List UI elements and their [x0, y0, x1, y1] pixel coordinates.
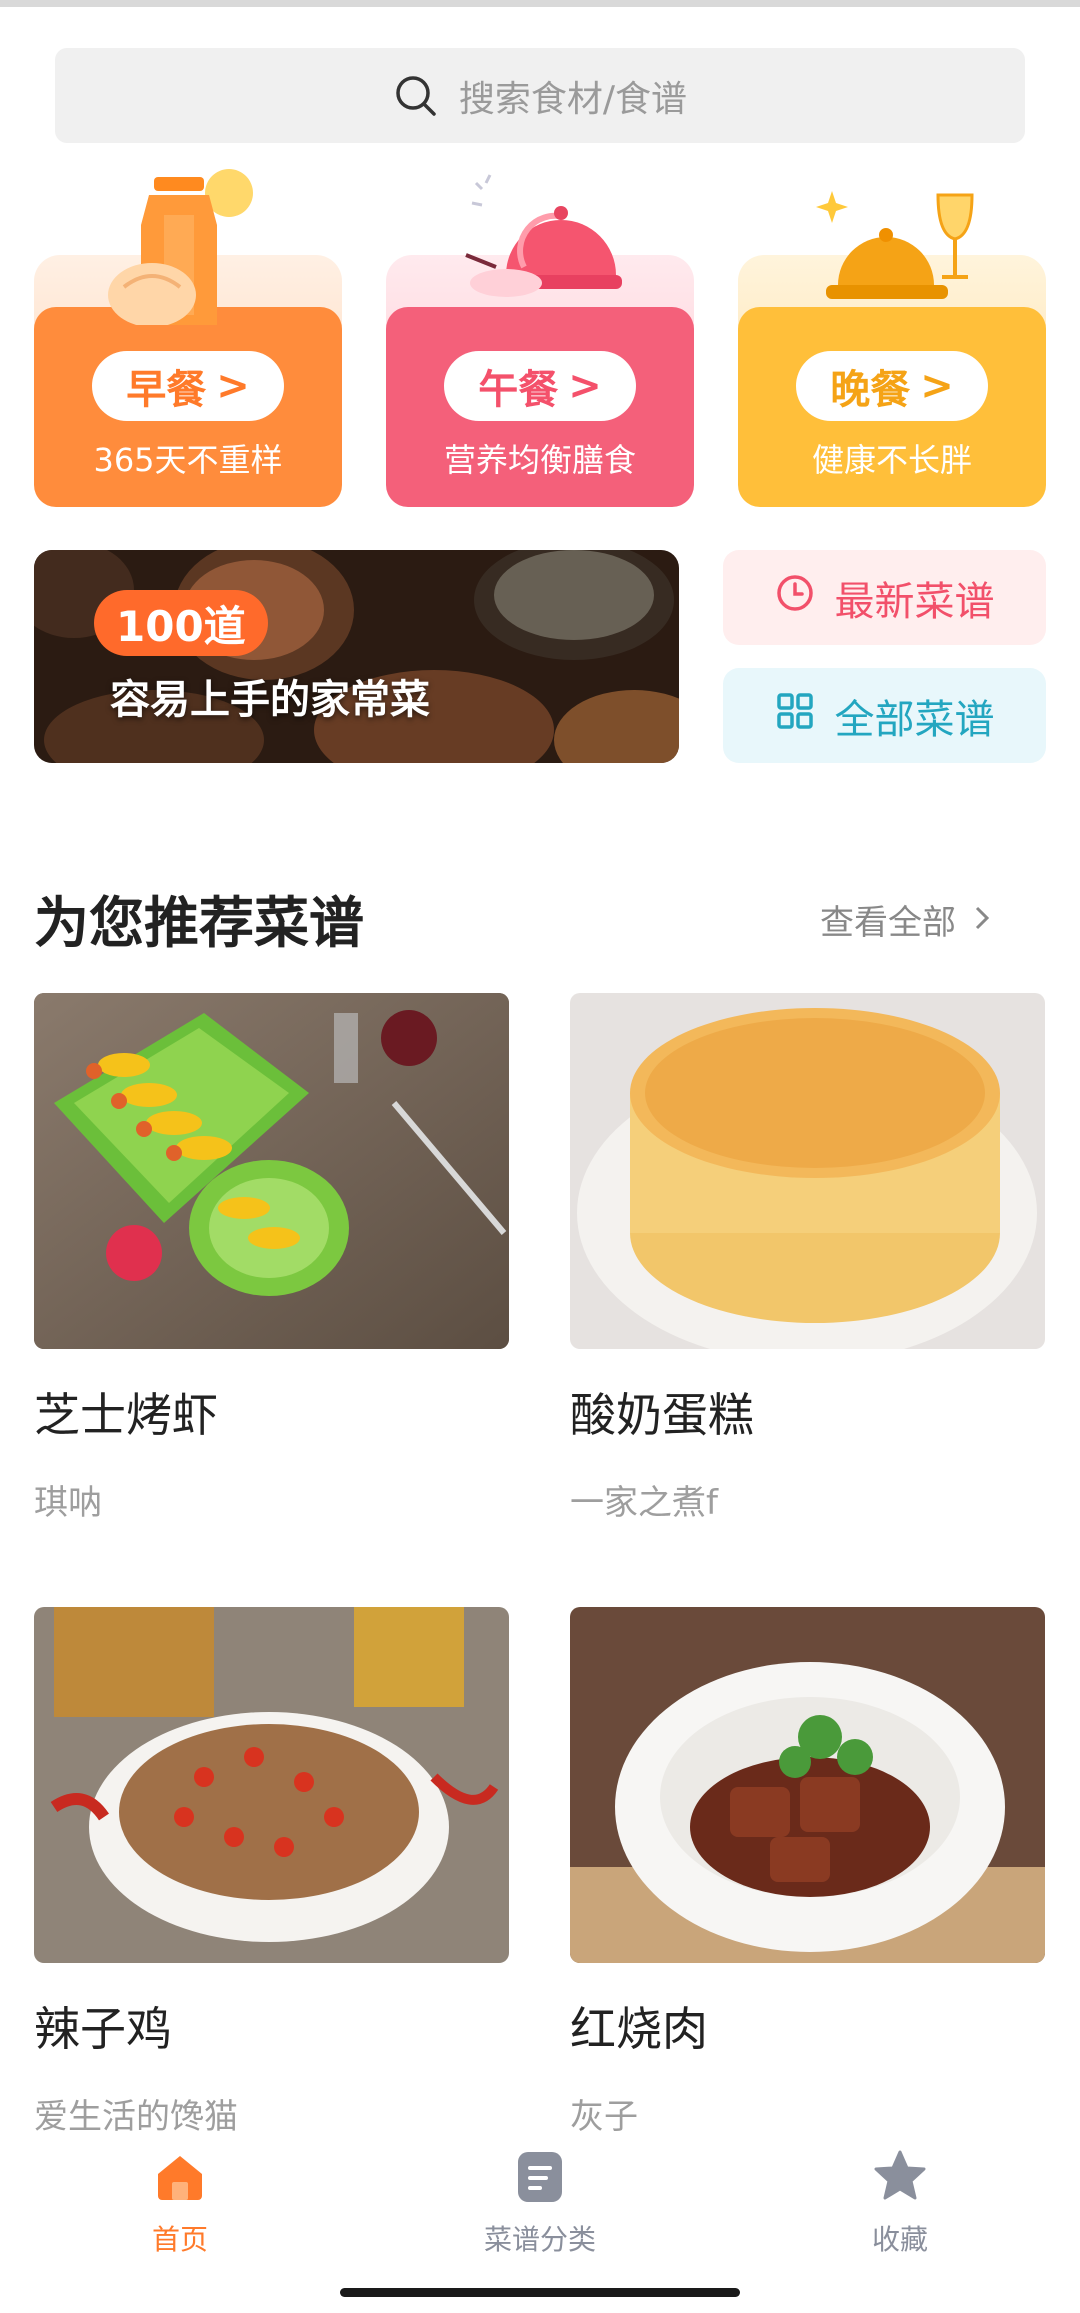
search-icon [393, 73, 439, 119]
home-indicator[interactable] [340, 2288, 740, 2297]
home-cooking-banner[interactable]: 100道 容易上手的家常菜 [34, 550, 679, 763]
recipe-author: 爱生活的馋猫 [34, 2097, 238, 2137]
chevron-right-icon: > [216, 363, 250, 409]
meal-card-breakfast[interactable]: 早餐 > 365天不重样 [34, 155, 342, 507]
lunch-subtitle: 营养均衡膳食 [443, 441, 636, 479]
recipe-card[interactable]: 芝士烤虾 琪呐 [34, 993, 509, 1524]
recipe-author: 一家之煮f [570, 1483, 718, 1523]
meal-card-lunch[interactable]: 午餐 > 营养均衡膳食 [386, 155, 694, 507]
breakfast-icon [108, 169, 253, 325]
banner-badge: 100道 [94, 590, 268, 656]
recipe-photo [34, 1607, 509, 1963]
home-icon [152, 2148, 208, 2204]
recipe-photo [34, 993, 509, 1349]
recipe-card[interactable]: 红烧肉 灰子 [570, 1607, 1045, 2138]
all-recipes-button[interactable]: 全部菜谱 [723, 668, 1046, 763]
chevron-right-icon [974, 900, 990, 940]
meal-card-dinner[interactable]: 晚餐 > 健康不长胖 [738, 155, 1046, 507]
chevron-right-icon: > [920, 363, 954, 409]
clock-icon [775, 573, 815, 623]
see-all-link[interactable]: 查看全部 [820, 895, 990, 944]
recipe-card[interactable]: 酸奶蛋糕 一家之煮f [570, 993, 1045, 1524]
recipe-name: 芝士烤虾 [34, 1388, 218, 1442]
status-strip [0, 0, 1080, 7]
tab-recipe-categories-label: 菜谱分类 [483, 2223, 596, 2256]
recipe-author: 琪呐 [34, 1483, 102, 1523]
newest-recipes-button[interactable]: 最新菜谱 [723, 550, 1046, 645]
recipe-name: 酸奶蛋糕 [570, 1388, 754, 1442]
see-all-label: 查看全部 [820, 903, 956, 943]
recipe-name: 辣子鸡 [34, 2002, 172, 2056]
recipe-name: 红烧肉 [570, 2002, 708, 2056]
recipe-category-icon [512, 2148, 568, 2204]
tab-recipe-categories[interactable]: 菜谱分类 [460, 2148, 620, 2258]
breakfast-label: 早餐 [126, 367, 207, 413]
tab-favorites-label: 收藏 [871, 2223, 928, 2256]
search-bar[interactable]: 搜索食材/食谱 [55, 48, 1025, 143]
star-icon [872, 2148, 928, 2204]
recipe-author: 灰子 [570, 2097, 638, 2137]
lunch-button[interactable]: 午餐 > [444, 351, 636, 421]
chevron-right-icon: > [568, 363, 602, 409]
lunch-icon [465, 174, 622, 297]
recipe-card[interactable]: 辣子鸡 爱生活的馋猫 [34, 1607, 509, 2138]
tab-home[interactable]: 首页 [100, 2148, 260, 2258]
recipe-photo [570, 993, 1045, 1349]
section-title: 为您推荐菜谱 [34, 891, 365, 955]
lunch-label: 午餐 [478, 367, 559, 413]
banner-image [34, 550, 679, 763]
dinner-icon [816, 191, 974, 299]
all-recipes-label: 全部菜谱 [834, 696, 995, 743]
tab-favorites[interactable]: 收藏 [820, 2148, 980, 2258]
breakfast-subtitle: 365天不重样 [93, 441, 283, 479]
search-placeholder: 搜索食材/食谱 [458, 78, 688, 120]
newest-recipes-label: 最新菜谱 [834, 578, 995, 625]
grid-icon [775, 691, 815, 741]
dinner-label: 晚餐 [830, 367, 911, 413]
banner-caption: 容易上手的家常菜 [110, 677, 430, 723]
recipe-photo [570, 1607, 1045, 1963]
dinner-button[interactable]: 晚餐 > [796, 351, 988, 421]
breakfast-button[interactable]: 早餐 > [92, 351, 284, 421]
dinner-subtitle: 健康不长胖 [811, 441, 972, 479]
tab-home-label: 首页 [151, 2223, 208, 2256]
